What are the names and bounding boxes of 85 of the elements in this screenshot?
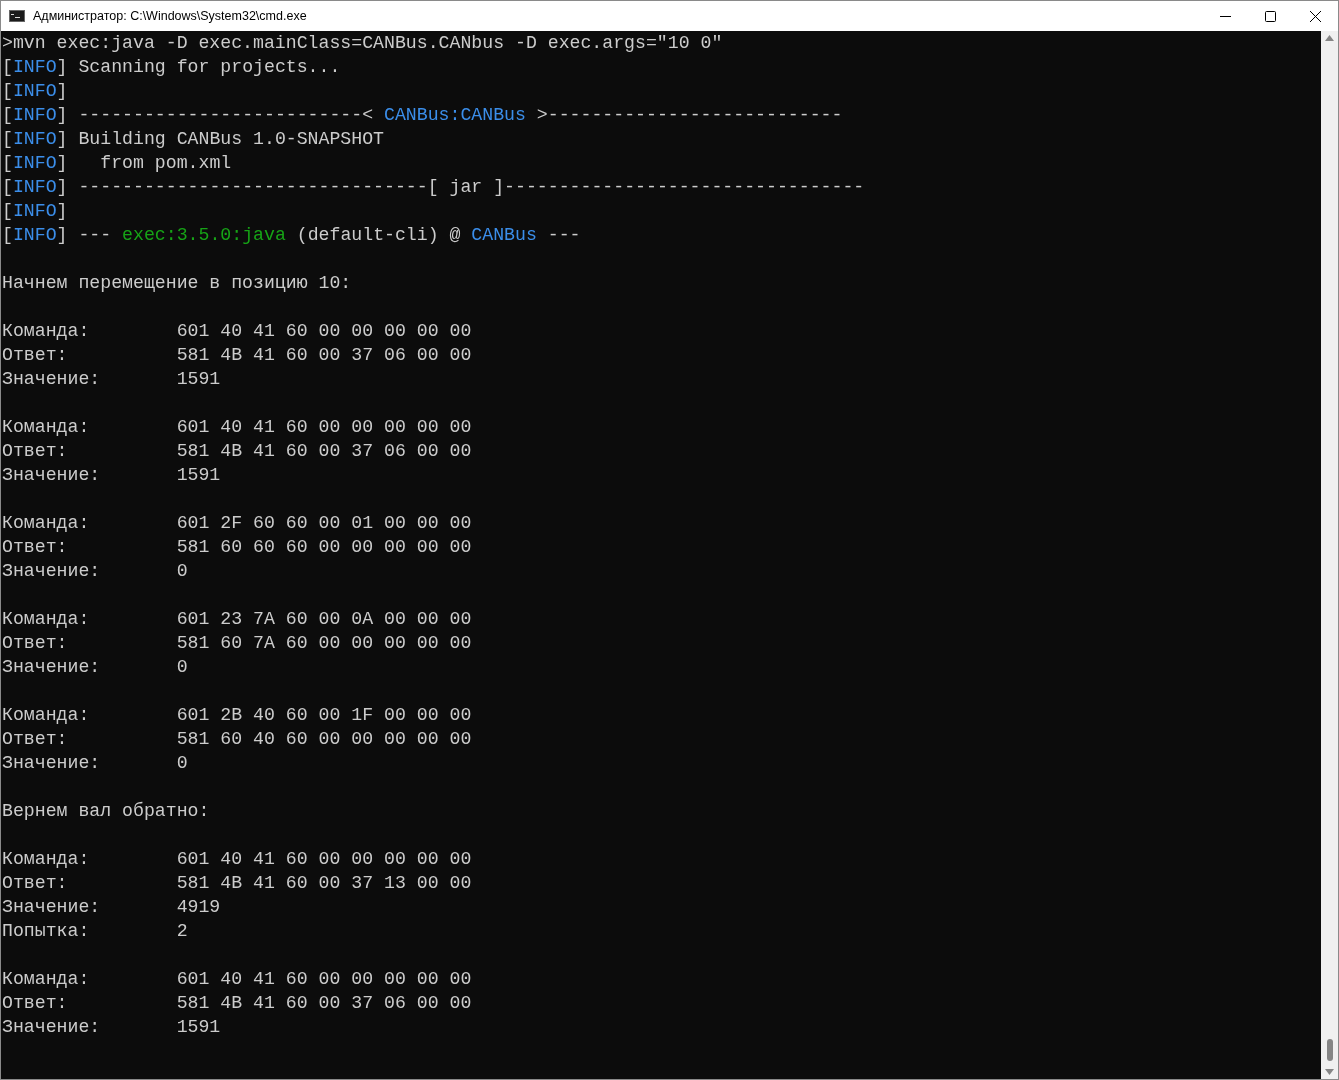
close-icon [1310, 10, 1321, 22]
field-value: 0 [176, 560, 188, 583]
console-text: [ [2, 80, 13, 103]
console-text: [ [2, 176, 13, 199]
field-value: 1591 [176, 368, 221, 391]
field-label: Ответ: [2, 344, 69, 367]
field-value: 581 4B 41 60 00 37 13 00 00 [176, 872, 472, 895]
field-value: 581 60 40 60 00 00 00 00 00 [176, 728, 472, 751]
field-label: Команда: [2, 968, 91, 991]
console-text: INFO [12, 80, 57, 103]
field-label: Ответ: [2, 992, 69, 1015]
console-text: INFO [12, 200, 57, 223]
field-label: Значение: [2, 560, 102, 583]
field-value: 581 4B 41 60 00 37 06 00 00 [176, 440, 472, 463]
console-text: ] [56, 80, 68, 103]
console-app-icon [9, 10, 25, 22]
field-value: 601 40 41 60 00 00 00 00 00 [176, 848, 472, 871]
maximize-icon [1265, 10, 1276, 22]
console-text: INFO [12, 176, 57, 199]
field-value: 601 40 41 60 00 00 00 00 00 [176, 968, 472, 991]
window-title: Администратор: C:\Windows\System32\cmd.exe [33, 7, 307, 25]
field-value: 2 [176, 920, 188, 943]
field-label: Ответ: [2, 632, 69, 655]
console-text: INFO [12, 128, 57, 151]
console-text: >mvn exec:java -D exec.mainClass=CANBus.CANbus -D exec.args="10 0" [2, 32, 723, 55]
field-value: 0 [176, 656, 188, 679]
field-label: Ответ: [2, 440, 69, 463]
field-label: Значение: [2, 896, 102, 919]
console-text: >--------------------------- [535, 104, 843, 127]
console-text: ] --------------------------------[ jar ]--------------------------------- [56, 176, 865, 199]
console-text: ] [56, 200, 68, 223]
field-label: Команда: [2, 416, 91, 439]
scroll-up-icon[interactable] [1325, 35, 1334, 41]
console-text: [ [2, 224, 13, 247]
field-label: Ответ: [2, 872, 69, 895]
console-text: Вернем вал обратно: [2, 800, 210, 823]
field-value: 581 4B 41 60 00 37 06 00 00 [176, 344, 472, 367]
console-text: --- [546, 224, 581, 247]
scroll-down-icon[interactable] [1325, 1069, 1334, 1075]
field-label: Ответ: [2, 536, 69, 559]
field-value: 601 40 41 60 00 00 00 00 00 [176, 416, 472, 439]
console-text: CANBus [471, 224, 537, 247]
field-label: Значение: [2, 752, 102, 775]
field-value: 601 23 7A 60 00 0A 00 00 00 [176, 608, 472, 631]
console-text: [ [2, 128, 13, 151]
field-value: 581 4B 41 60 00 37 06 00 00 [176, 992, 472, 1015]
scrollbar[interactable] [1321, 31, 1338, 1079]
console-text: exec:3.5.0:java [122, 224, 286, 247]
field-label: Значение: [2, 1016, 102, 1039]
field-value: 1591 [176, 464, 221, 487]
console-text: [ [2, 56, 13, 79]
field-value: 4919 [176, 896, 221, 919]
console-text: ] Building CANBus 1.0-SNAPSHOT [56, 128, 385, 151]
console-text: INFO [12, 56, 57, 79]
field-value: 601 2F 60 60 00 01 00 00 00 [176, 512, 472, 535]
field-label: Ответ: [2, 728, 69, 751]
console-text: INFO [12, 152, 57, 175]
field-label: Команда: [2, 320, 91, 343]
field-label: Значение: [2, 656, 102, 679]
field-value: 601 40 41 60 00 00 00 00 00 [176, 320, 472, 343]
field-label: Значение: [2, 464, 102, 487]
console-text: ] Scanning for projects... [56, 56, 341, 79]
scrollbar-thumb[interactable] [1326, 1039, 1333, 1061]
field-value: 581 60 60 60 00 00 00 00 00 [176, 536, 472, 559]
field-label: Команда: [2, 608, 91, 631]
field-value: 581 60 7A 60 00 00 00 00 00 [176, 632, 472, 655]
console-text: ] --- [56, 224, 113, 247]
console-text: [ [2, 200, 13, 223]
field-label: Значение: [2, 368, 102, 391]
console-text: [ [2, 152, 13, 175]
field-value: 1591 [176, 1016, 221, 1039]
console-text: ] from pom.xml [56, 152, 232, 175]
field-value: 601 2B 40 60 00 1F 00 00 00 [176, 704, 472, 727]
field-label: Команда: [2, 848, 91, 871]
console-text: INFO [12, 224, 57, 247]
console-text: CANBus:CANBus [384, 104, 526, 127]
console-text: INFO [12, 104, 57, 127]
console-text: (default-cli) @ [295, 224, 462, 247]
field-label: Команда: [2, 704, 91, 727]
field-label: Команда: [2, 512, 91, 535]
field-value: 0 [176, 752, 188, 775]
field-label: Попытка: [2, 920, 91, 943]
console-text: ] --------------------------< [56, 104, 375, 127]
console-text: [ [2, 104, 13, 127]
console-text: Начнем перемещение в позицию 10: [2, 272, 352, 295]
